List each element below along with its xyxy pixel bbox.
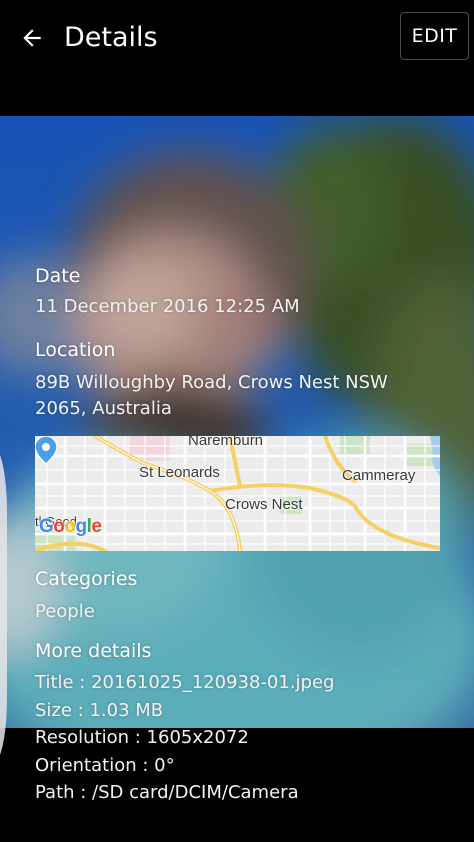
categories-value[interactable]: People (35, 599, 445, 625)
map-label-cammeray: Cammeray (342, 467, 416, 484)
page-title: Details (64, 22, 158, 53)
detail-resolution: Resolution : 1605x2072 (35, 727, 249, 748)
map-label-crows-nest: Crows Nest (225, 496, 303, 513)
location-section: Location 89B Willoughby Road, Crows Nest… (35, 336, 445, 551)
detail-size: Size : 1.03 MB (35, 699, 164, 721)
edge-panel-handle[interactable] (0, 455, 8, 755)
google-letter: o (53, 516, 65, 537)
categories-label: Categories (35, 568, 138, 590)
map-label-st-leonards: St Leonards (139, 464, 220, 481)
location-label: Location (35, 339, 116, 361)
detail-title: Title : 20161025_120938-01.jpeg (35, 672, 335, 693)
map-pin-icon (35, 436, 57, 464)
address-line-1: 89B Willoughby Road, Crows Nest NSW (35, 372, 388, 393)
location-map[interactable]: Naremburn St Leonards Cammeray Crows Nes… (35, 436, 440, 551)
more-details-label: More details (35, 640, 152, 662)
google-letter: g (75, 516, 88, 537)
more-details-section: More details Title : 20161025_120938-01.… (35, 637, 445, 807)
back-button[interactable] (14, 20, 50, 56)
top-app-bar: Details EDIT (0, 0, 474, 78)
arrow-left-icon (23, 29, 41, 47)
edit-button[interactable]: EDIT (400, 12, 469, 60)
categories-section: Categories People (35, 565, 445, 625)
date-label: Date (35, 265, 81, 287)
details-content: Date 11 December 2016 12:25 AM Location … (35, 262, 445, 807)
date-value: 11 December 2016 12:25 AM (35, 296, 300, 317)
google-letter: G (39, 516, 54, 537)
google-letter: e (91, 516, 102, 537)
google-letter: o (64, 516, 76, 537)
address-line-2: 2065, Australia (35, 398, 172, 419)
detail-orientation: Orientation : 0° (35, 754, 175, 776)
map-label-naremburn: Naremburn (188, 436, 264, 449)
google-logo: Google (39, 516, 102, 538)
details-screen: Details EDIT Date 11 December 2016 12:25… (0, 0, 474, 842)
date-section: Date 11 December 2016 12:25 AM (35, 262, 445, 320)
detail-path: Path : /SD card/DCIM/Camera (35, 782, 299, 803)
